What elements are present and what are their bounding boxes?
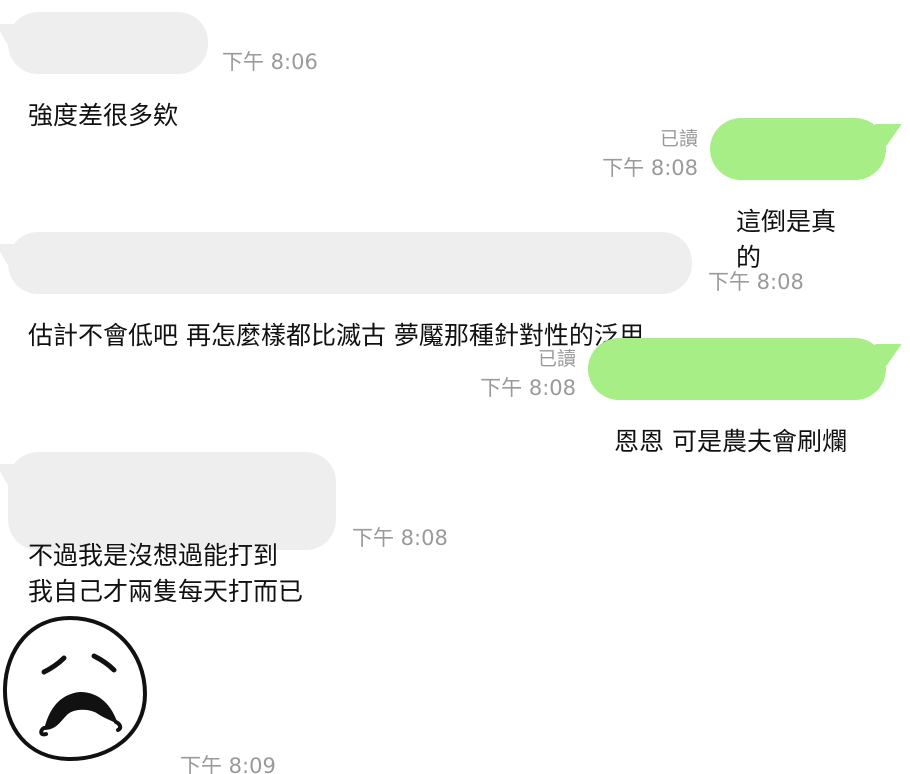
chat-view: 強度差很多欸 下午 8:06 已讀 下午 8:08 這倒是真的 估計不會低吧 再… <box>0 0 910 774</box>
read-receipt: 已讀 <box>659 128 698 150</box>
bubble-tail <box>860 124 902 146</box>
message-text: 強度差很多欸 <box>28 101 179 130</box>
outgoing-message-bubble[interactable]: 這倒是真的 <box>710 118 902 272</box>
bubble-tail <box>0 24 31 46</box>
message-timestamp: 下午 8:09 <box>180 754 276 774</box>
message-timestamp: 下午 8:06 <box>222 50 318 74</box>
message-timestamp: 下午 8:08 <box>708 270 804 294</box>
message-text: 不過我是沒想過能打到 我自己才兩隻每天打而已 <box>28 541 304 606</box>
message-text: 這倒是真的 <box>736 207 837 272</box>
outgoing-message-bubble[interactable]: 恩恩 可是農夫會刷爛 <box>588 338 902 456</box>
message-text: 恩恩 可是農夫會刷爛 <box>614 427 847 456</box>
message-timestamp: 下午 8:08 <box>602 156 698 180</box>
incoming-message-bubble[interactable]: 估計不會低吧 再怎麼樣都比滅古 夢魘那種針對性的泛用 <box>0 232 692 350</box>
bubble-tail <box>0 244 31 266</box>
incoming-message-bubble[interactable]: 強度差很多欸 <box>0 12 208 130</box>
bubble-tail <box>0 464 31 486</box>
message-timestamp: 下午 8:08 <box>480 376 576 400</box>
incoming-message-bubble[interactable]: 不過我是沒想過能打到 我自己才兩隻每天打而已 <box>0 452 336 606</box>
message-timestamp: 下午 8:08 <box>352 526 448 550</box>
sad-face-icon <box>2 615 148 762</box>
sad-face-sticker[interactable] <box>0 612 150 764</box>
read-receipt: 已讀 <box>537 348 576 370</box>
bubble-tail <box>860 344 902 366</box>
